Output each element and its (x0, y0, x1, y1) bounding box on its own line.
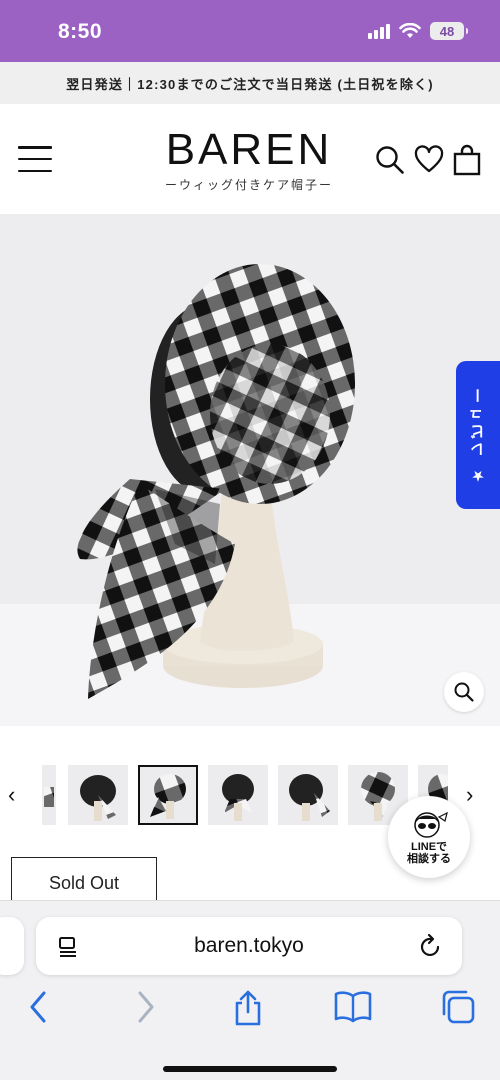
thumbnail-selected[interactable] (138, 765, 198, 825)
logo-wordmark: BAREN (165, 125, 333, 174)
search-icon[interactable] (374, 144, 406, 176)
thumbnail[interactable] (278, 765, 338, 825)
home-indicator (163, 1066, 337, 1072)
review-tab[interactable]: ★ レビュー (456, 361, 500, 509)
browser-chrome: baren.tokyo (0, 900, 500, 1080)
status-icons: 48 (368, 22, 468, 40)
battery-indicator: 48 (430, 22, 468, 40)
cellular-signal-icon (368, 23, 390, 39)
site-header: BAREN ーウィッグ付きケア帽子ー (0, 104, 500, 214)
share-icon[interactable] (232, 989, 264, 1027)
product-photo (0, 214, 500, 726)
chat-avatar-icon (414, 811, 448, 838)
tabs-icon[interactable] (440, 989, 476, 1025)
back-icon[interactable] (26, 989, 50, 1025)
url-text: baren.tokyo (194, 934, 304, 957)
thumbnail[interactable] (208, 765, 268, 825)
wifi-icon (399, 23, 421, 38)
line-brand: LINE (410, 841, 437, 853)
line-suffix: で (436, 841, 448, 853)
product-main-image[interactable] (0, 214, 500, 726)
forward-icon[interactable] (134, 989, 158, 1025)
previous-tab-card[interactable] (0, 917, 24, 975)
heart-icon[interactable] (414, 145, 444, 175)
thumbnail[interactable] (42, 765, 56, 825)
reload-icon[interactable] (418, 933, 444, 959)
line-chat-label: LINEで 相談する (407, 841, 451, 865)
hamburger-icon[interactable] (18, 146, 52, 172)
chevron-right-icon[interactable]: › (466, 784, 473, 806)
status-time: 8:50 (58, 20, 103, 43)
thumbnail[interactable] (68, 765, 128, 825)
chevron-left-icon[interactable]: ‹ (8, 784, 15, 806)
bookmarks-icon[interactable] (334, 989, 372, 1023)
address-bar[interactable]: baren.tokyo (36, 917, 462, 975)
line-chat-button[interactable]: LINEで 相談する (388, 796, 470, 878)
line-consult-text: 相談する (407, 853, 451, 865)
status-bar: 8:50 48 (0, 0, 500, 62)
shopping-bag-icon[interactable] (452, 144, 482, 176)
zoom-icon[interactable] (444, 672, 484, 712)
site-logo[interactable]: BAREN ーウィッグ付きケア帽子ー (164, 126, 334, 193)
browser-toolbar (0, 989, 500, 1029)
logo-tagline: ーウィッグ付きケア帽子ー (164, 178, 333, 192)
review-tab-label: ★ レビュー (469, 384, 487, 486)
header-actions (374, 144, 482, 176)
announcement-bar: 翌日発送｜12:30までのご注文で当日発送 (土日祝を除く) (0, 62, 500, 104)
